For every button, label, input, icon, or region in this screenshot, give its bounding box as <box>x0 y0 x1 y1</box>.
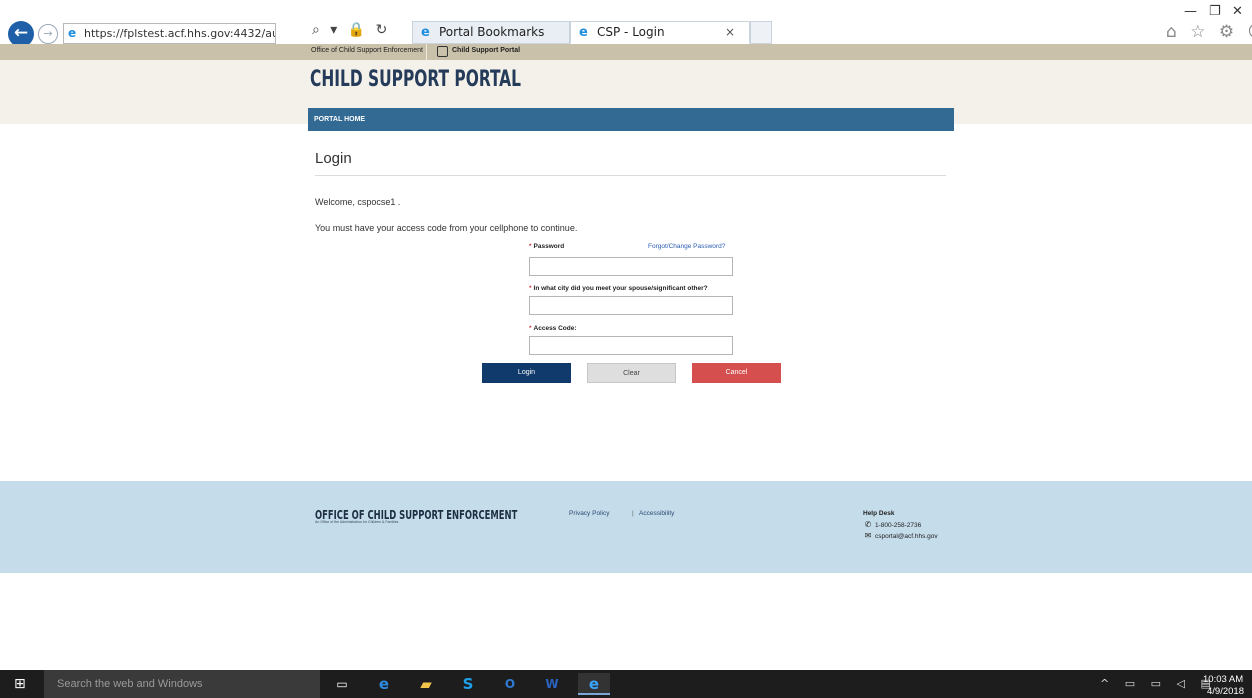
divider <box>315 175 946 176</box>
browser-chrome: ← → e https://fplstest.acf.hhs.gov:4432/… <box>0 0 1252 47</box>
password-input[interactable] <box>529 257 733 276</box>
toolbar-icons[interactable]: ⌂ ☆ ⚙ ☺ <box>1166 22 1252 42</box>
password-label: * Password <box>529 243 565 250</box>
word-icon[interactable]: W <box>536 673 568 695</box>
ie-icon: e <box>421 25 430 40</box>
outlook-icon[interactable]: O <box>494 673 526 695</box>
address-tools[interactable]: ⌕ ▾ 🔒 ↻ <box>312 22 392 42</box>
help-desk-title: Help Desk <box>863 510 895 517</box>
forward-button[interactable]: → <box>38 24 58 44</box>
minimize-button[interactable]: — <box>1184 4 1197 19</box>
welcome-text: Welcome, cspocse1 . <box>315 197 401 207</box>
task-view-icon[interactable]: ▭ <box>326 673 358 695</box>
forgot-password-link[interactable]: Forgot/Change Password? <box>648 243 725 250</box>
access-code-notice: You must have your access code from your… <box>315 223 578 233</box>
utility-bar <box>0 44 1252 60</box>
clock-time[interactable]: 10:03 AM <box>1203 674 1243 685</box>
ie-icon: e <box>68 26 77 40</box>
footer-link-separator: | <box>632 510 634 517</box>
clear-button[interactable]: Clear <box>587 363 676 383</box>
access-code-label: * Access Code: <box>529 325 577 332</box>
site-title[interactable]: CHILD SUPPORT PORTAL <box>310 67 521 92</box>
phone-icon: ✆ <box>864 520 872 529</box>
new-tab-button[interactable] <box>750 21 772 44</box>
tab-label: Portal Bookmarks <box>439 25 545 39</box>
taskbar-search[interactable]: Search the web and Windows <box>44 670 320 698</box>
edge-icon[interactable]: e <box>368 673 400 695</box>
tab-csp-login[interactable]: e CSP - Login × <box>570 21 750 44</box>
access-code-input[interactable] <box>529 336 733 355</box>
tab-portal-bookmarks[interactable]: e Portal Bookmarks <box>412 21 570 44</box>
skype-icon[interactable]: S <box>452 673 484 695</box>
address-url: https://fplstest.acf.hhs.gov:4432/auth/l… <box>84 27 275 40</box>
login-button[interactable]: Login <box>482 363 571 383</box>
page-title: Login <box>315 150 352 167</box>
security-question-label: * In what city did you meet your spouse/s… <box>529 285 708 292</box>
tab-label: CSP - Login <box>597 25 665 39</box>
envelope-icon: ✉ <box>864 531 872 540</box>
address-bar[interactable]: e https://fplstest.acf.hhs.gov:4432/auth… <box>63 23 276 44</box>
file-explorer-icon[interactable]: ▰ <box>410 673 442 695</box>
privacy-policy-link[interactable]: Privacy Policy <box>569 510 609 517</box>
child-support-portal-link[interactable]: Child Support Portal <box>452 47 520 54</box>
utility-divider <box>419 44 427 60</box>
ocse-link[interactable]: Office of Child Support Enforcement <box>311 47 423 54</box>
help-desk-email[interactable]: ✉ csportal@acf.hhs.gov <box>863 531 938 540</box>
footer-org-subtitle: An Office of the Administration for Chil… <box>315 520 399 524</box>
internet-explorer-icon[interactable]: e <box>578 673 610 695</box>
restore-button[interactable]: ❐ <box>1209 4 1221 19</box>
clock-date[interactable]: 4/9/2018 <box>1207 686 1244 697</box>
help-desk-phone: ✆ 1-800-258-2736 <box>864 520 922 529</box>
close-window-button[interactable]: ✕ <box>1232 4 1243 19</box>
main-nav: PORTAL HOME <box>308 108 954 131</box>
security-answer-input[interactable] <box>529 296 733 315</box>
close-tab-icon[interactable]: × <box>725 22 735 43</box>
portal-icon <box>437 46 448 57</box>
system-tray-icons[interactable]: ^ ▭ ▭ ◁ ▤ <box>1100 677 1217 690</box>
footer <box>0 481 1252 573</box>
ie-icon: e <box>579 25 588 40</box>
nav-portal-home[interactable]: PORTAL HOME <box>314 116 365 123</box>
cancel-button[interactable]: Cancel <box>692 363 781 383</box>
accessibility-link[interactable]: Accessibility <box>639 510 674 517</box>
windows-taskbar: ⊞ Search the web and Windows ▭ e ▰ S O W… <box>0 670 1252 698</box>
windows-start-icon[interactable]: ⊞ <box>14 676 26 692</box>
